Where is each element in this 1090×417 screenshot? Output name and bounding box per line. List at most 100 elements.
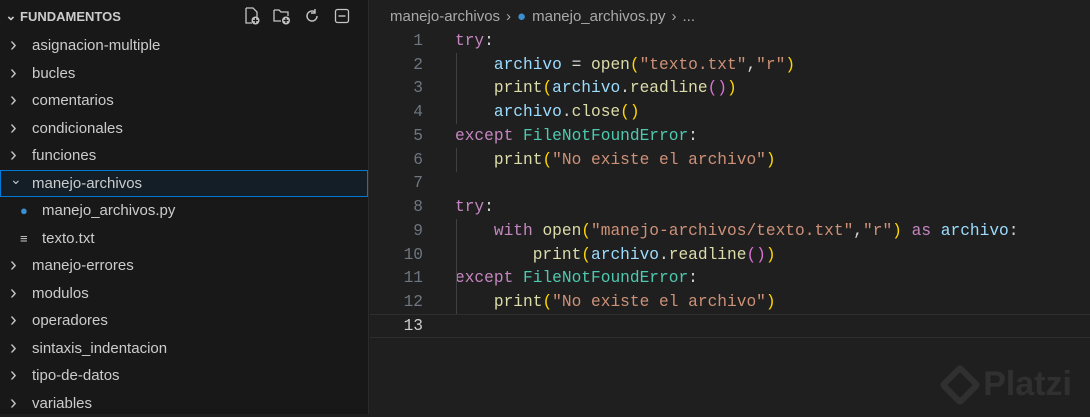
tree-item-variables[interactable]: ›variables (0, 390, 368, 417)
code-text: except FileNotFoundError: (455, 269, 698, 287)
code-token: : (688, 269, 698, 287)
indent-guide (456, 290, 457, 314)
breadcrumb-file[interactable]: manejo_archivos.py (532, 8, 665, 25)
code-line[interactable]: 3 print(archivo.readline()) (370, 77, 1090, 101)
tree-item-funciones[interactable]: ›funciones (0, 142, 368, 170)
code-token: : (1009, 222, 1019, 240)
chevron-right-icon: › (10, 89, 32, 112)
line-number: 5 (370, 127, 423, 145)
code-token (455, 103, 494, 121)
code-token: ) (727, 79, 737, 97)
chevron-right-icon: › (10, 117, 32, 140)
code-token: ) (766, 293, 776, 311)
code-token: archivo (941, 222, 1009, 240)
code-token: ( (581, 222, 591, 240)
platzi-logo-icon (939, 363, 981, 405)
tree-item-manejo-archivos[interactable]: ⌄manejo-archivos (0, 170, 368, 198)
breadcrumb-more[interactable]: ... (683, 8, 696, 25)
chevron-down-icon: ⌄ (2, 8, 20, 24)
code-editor[interactable]: manejo-archivos › ● manejo_archivos.py ›… (370, 0, 1090, 414)
code-token: archivo (552, 79, 620, 97)
code-token: try (455, 198, 484, 216)
line-number: 11 (370, 269, 423, 287)
code-line[interactable]: 11 except FileNotFoundError: (370, 267, 1090, 291)
chevron-right-icon: › (10, 144, 32, 167)
new-folder-icon[interactable] (272, 6, 292, 26)
tree-item-label: manejo_archivos.py (42, 202, 175, 219)
code-line[interactable]: 8try: (370, 195, 1090, 219)
tree-item-modulos[interactable]: ›modulos (0, 280, 368, 308)
code-token: print (494, 151, 543, 169)
new-file-icon[interactable] (242, 6, 262, 26)
code-token: . (620, 79, 630, 97)
code-token: . (659, 246, 669, 264)
code-token: () (620, 103, 639, 121)
tree-item-label: bucles (32, 65, 75, 82)
code-line[interactable]: 7 (370, 172, 1090, 196)
tree-item-label: manejo-archivos (32, 175, 142, 192)
code-line[interactable]: 10 print(archivo.readline()) (370, 243, 1090, 267)
chevron-right-icon: › (10, 392, 32, 415)
platzi-watermark: Platzi (945, 365, 1072, 404)
tree-item-label: tipo-de-datos (32, 367, 120, 384)
indent-guide (456, 219, 457, 290)
chevron-right-icon: › (10, 282, 32, 305)
code-text: print("No existe el archivo") (455, 151, 776, 169)
chevron-right-icon: › (10, 309, 32, 332)
collapse-all-icon[interactable] (332, 6, 352, 26)
tree-item-tipo-de-datos[interactable]: ›tipo-de-datos (0, 362, 368, 390)
tree-item-label: manejo-errores (32, 257, 134, 274)
code-token (455, 151, 494, 169)
tree-item-operadores[interactable]: ›operadores (0, 307, 368, 335)
code-line[interactable]: 2 archivo = open("texto.txt","r") (370, 53, 1090, 77)
code-token: open (591, 56, 630, 74)
code-token: "manejo-archivos/texto.txt" (591, 222, 853, 240)
code-token (533, 222, 543, 240)
tree-item-label: variables (32, 395, 92, 412)
chevron-right-icon: › (10, 364, 32, 387)
workspace-title: FUNDAMENTOS (20, 9, 121, 24)
code-token: except (455, 269, 513, 287)
tree-item-sintaxis-indentacion[interactable]: ›sintaxis_indentacion (0, 335, 368, 363)
chevron-right-icon: › (10, 337, 32, 360)
code-line[interactable]: 1try: (370, 29, 1090, 53)
code-token: ( (542, 293, 552, 311)
code-text: except FileNotFoundError: (455, 127, 698, 145)
code-token: "No existe el archivo" (552, 293, 766, 311)
code-text: print(archivo.readline()) (455, 79, 737, 97)
code-line[interactable]: 9 with open("manejo-archivos/texto.txt",… (370, 219, 1090, 243)
code-token: close (572, 103, 621, 121)
code-token: ( (630, 56, 640, 74)
tree-item-bucles[interactable]: ›bucles (0, 60, 368, 88)
tree-item-manejo-archivos-py[interactable]: ●manejo_archivos.py (0, 197, 368, 225)
code-line[interactable]: 6 print("No existe el archivo") (370, 148, 1090, 172)
code-token: try (455, 32, 484, 50)
code-line[interactable]: 13 (370, 314, 1090, 338)
code-token: ( (542, 79, 552, 97)
tree-item-manejo-errores[interactable]: ›manejo-errores (0, 252, 368, 280)
tree-item-texto-txt[interactable]: ≡texto.txt (0, 225, 368, 253)
line-number: 3 (370, 79, 423, 97)
tree-item-label: modulos (32, 285, 89, 302)
tree-item-condicionales[interactable]: ›condicionales (0, 115, 368, 143)
code-token: "r" (863, 222, 892, 240)
code-lines[interactable]: 1try:2 archivo = open("texto.txt","r")3 … (370, 29, 1090, 338)
code-token: archivo (494, 56, 562, 74)
code-token: print (494, 79, 543, 97)
tree-item-label: sintaxis_indentacion (32, 340, 167, 357)
code-line[interactable]: 4 archivo.close() (370, 100, 1090, 124)
chevron-right-icon: › (10, 34, 32, 57)
code-line[interactable]: 12 print("No existe el archivo") (370, 290, 1090, 314)
code-token (513, 269, 523, 287)
code-token: ) (766, 151, 776, 169)
code-token: () (708, 79, 727, 97)
code-line[interactable]: 5 except FileNotFoundError: (370, 124, 1090, 148)
tree-item-asignacion-multiple[interactable]: ›asignacion-multiple (0, 32, 368, 60)
breadcrumb-folder[interactable]: manejo-archivos (390, 8, 500, 25)
refresh-icon[interactable] (302, 6, 322, 26)
code-token: with (494, 222, 533, 240)
code-token: except (455, 127, 513, 145)
tree-item-comentarios[interactable]: ›comentarios (0, 87, 368, 115)
code-token: as (912, 222, 931, 240)
code-text: archivo = open("texto.txt","r") (455, 56, 795, 74)
